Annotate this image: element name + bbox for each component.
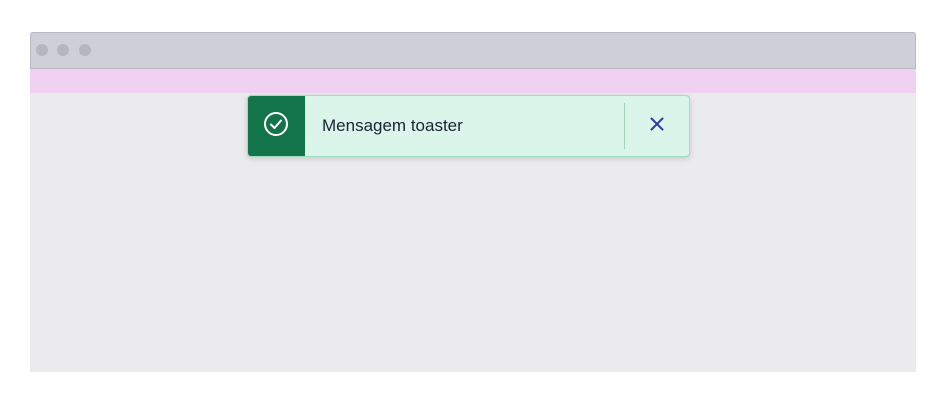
toaster-close-button[interactable] [625, 96, 689, 156]
close-icon[interactable] [649, 116, 665, 137]
window-minimize-dot[interactable] [57, 44, 69, 56]
highlight-band [30, 69, 916, 93]
toaster-status-icon-box [248, 96, 305, 156]
toaster: Mensagem toaster [247, 95, 690, 157]
toaster-message: Mensagem toaster [322, 116, 463, 135]
window-titlebar [30, 32, 916, 69]
browser-window [30, 32, 916, 372]
window-maximize-dot[interactable] [79, 44, 91, 56]
check-circle-icon [263, 111, 289, 142]
window-close-dot[interactable] [36, 44, 48, 56]
